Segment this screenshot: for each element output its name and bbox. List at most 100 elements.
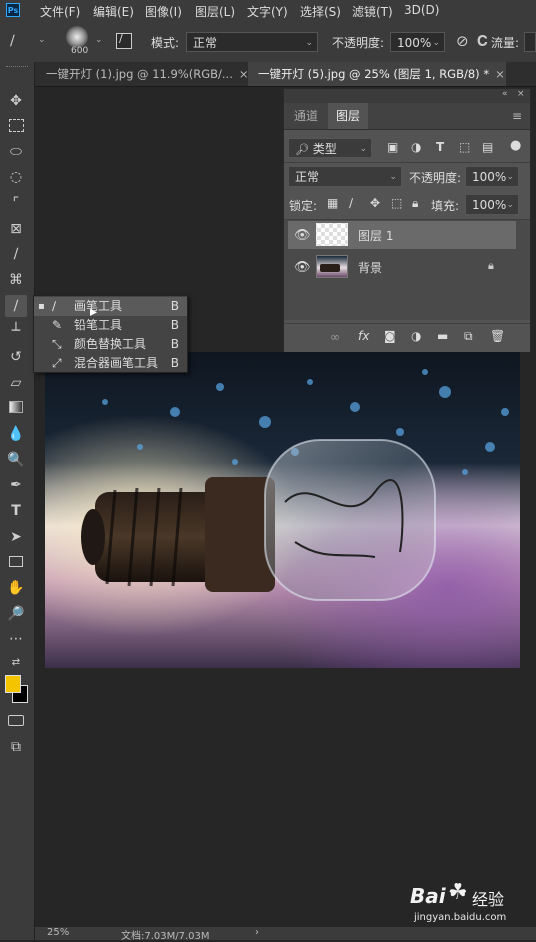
chevron-down-icon: ⌄ (389, 172, 397, 182)
canvas-image[interactable] (45, 352, 520, 668)
filter-toggle-icon[interactable]: ● (510, 138, 521, 153)
move-tool-icon[interactable]: ✥ (5, 90, 27, 112)
clone-stamp-tool-icon[interactable]: ┴ (5, 320, 27, 342)
brand-right: 经验 (472, 890, 505, 909)
flyout-item-brush[interactable]: ▪ ∕ 画笔工具 B (34, 297, 187, 316)
flyout-item-color-replace[interactable]: ⤡ 颜色替换工具 B (34, 335, 187, 354)
type-tool-icon[interactable]: T (5, 500, 27, 522)
brush-preview-icon[interactable] (66, 26, 88, 48)
lock-pixels-icon[interactable]: ∕ (349, 196, 353, 210)
menu-layer[interactable]: 图层(L) (195, 3, 235, 20)
lasso-tool-icon[interactable]: ⬭ (5, 141, 27, 163)
visibility-eye-icon[interactable]: 👁︎ (294, 228, 311, 243)
flyout-label: 混合器画笔工具 (74, 356, 159, 370)
panel-menu-icon[interactable]: ≡ (512, 109, 522, 123)
crop-tool-icon[interactable]: ⌜ (5, 192, 27, 214)
link-icon[interactable]: ∞ (330, 330, 340, 344)
flyout-label: 颜色替换工具 (74, 337, 147, 351)
menu-type[interactable]: 文字(Y) (247, 3, 288, 20)
history-brush-tool-icon[interactable]: ↺ (5, 346, 27, 368)
path-selection-tool-icon[interactable]: ➤ (5, 526, 27, 548)
collapse-icon[interactable]: « (502, 89, 508, 99)
hand-tool-icon[interactable]: ✋ (5, 577, 27, 599)
zoom-level[interactable]: 25% (47, 927, 69, 938)
toolbar-grip[interactable] (6, 66, 28, 69)
new-layer-icon[interactable]: ⧉ (464, 329, 473, 344)
fill-input[interactable]: 100% ⌄ (465, 194, 519, 215)
menu-select[interactable]: 选择(S) (300, 3, 341, 20)
visibility-eye-icon[interactable]: 👁︎ (294, 260, 311, 275)
layer-row[interactable]: 👁︎ 背景 🔒︎ (288, 253, 516, 281)
opacity-input[interactable]: 100% ⌄ (390, 32, 445, 52)
brush-picker-chevron-icon[interactable]: ⌄ (95, 35, 103, 45)
menu-filter[interactable]: 滤镜(T) (352, 3, 393, 20)
mode-select[interactable]: 正常 ⌄ (186, 32, 318, 52)
brush-panel-toggle-icon[interactable]: ∕ (116, 32, 132, 49)
type-filter-icon[interactable]: T (436, 140, 444, 154)
adjustment-icon[interactable]: ◑ (411, 329, 421, 343)
flow-input[interactable] (524, 32, 536, 52)
lock-position-icon[interactable]: ✥ (370, 196, 380, 210)
status-menu-icon[interactable]: › (255, 927, 259, 938)
quick-select-tool-icon[interactable]: ◌ (5, 166, 27, 188)
menu-image[interactable]: 图像(I) (145, 3, 182, 20)
foreground-color-swatch[interactable] (5, 675, 21, 693)
layer-opacity-input[interactable]: 100% ⌄ (465, 166, 519, 187)
menu-edit[interactable]: 编辑(E) (93, 3, 134, 20)
brush-tool-icon[interactable]: ∕ (5, 295, 27, 317)
lock-all-icon[interactable]: 🔒︎ (412, 196, 418, 211)
layer-name[interactable]: 背景 (358, 259, 382, 276)
layers-panel: « × 通道 图层 ≡ 🔎︎ 类型 ⌄ ▣ ◑ T ⬚ ▤ ● 正常 ⌄ 不透明… (283, 88, 531, 352)
close-panel-icon[interactable]: × (517, 89, 525, 99)
flyout-label: 铅笔工具 (74, 318, 123, 332)
dodge-tool-icon[interactable]: 🔍 (5, 449, 27, 471)
gradient-tool-icon[interactable] (5, 397, 27, 419)
close-icon[interactable]: × (495, 67, 505, 81)
menu-file[interactable]: 文件(F) (40, 3, 80, 20)
tab-document-1[interactable]: 一键开灯 (1).jpg @ 11.9%(RGB/... × (36, 62, 249, 86)
eraser-tool-icon[interactable]: ▱ (5, 372, 27, 394)
layer-filter-select[interactable]: 🔎︎ 类型 ⌄ (288, 138, 372, 158)
zoom-tool-icon[interactable]: 🔎 (5, 603, 27, 625)
lock-artboard-icon[interactable]: ⬚ (391, 196, 402, 210)
tool-preset-chevron-icon[interactable]: ⌄ (38, 35, 46, 45)
smart-object-filter-icon[interactable]: ▤ (482, 140, 493, 154)
group-folder-icon[interactable]: ▬ (437, 329, 448, 343)
pen-tool-icon[interactable]: ✒ (5, 474, 27, 496)
adjustment-filter-icon[interactable]: ◑ (411, 140, 421, 154)
swap-colors-icon[interactable]: ⇄ (5, 652, 27, 674)
flyout-shortcut: B (170, 299, 179, 313)
flyout-label: 画笔工具 (74, 299, 123, 313)
pressure-opacity-icon[interactable]: ⊘ (456, 32, 469, 50)
fill-label: 填充: (431, 199, 460, 213)
tab-document-2[interactable]: 一键开灯 (5).jpg @ 25% (图层 1, RGB/8) * × (248, 62, 506, 86)
brush-tool-icon[interactable]: ∕ (10, 33, 15, 49)
tab-layers[interactable]: 图层 (328, 103, 369, 129)
pixel-filter-icon[interactable]: ▣ (387, 140, 398, 154)
tab-channels[interactable]: 通道 (286, 103, 326, 129)
flyout-item-pencil[interactable]: ✎ 铅笔工具 B (34, 316, 187, 335)
layer-row[interactable]: 👁︎ 图层 1 (288, 221, 516, 249)
airbrush-icon[interactable]: 𝐂 (477, 32, 488, 50)
healing-brush-tool-icon[interactable]: ⌘ (5, 269, 27, 291)
marquee-tool-icon[interactable] (5, 115, 27, 137)
layer-name[interactable]: 图层 1 (358, 227, 393, 244)
eyedropper-tool-icon[interactable]: ∕ (5, 243, 27, 265)
flyout-item-mixer-brush[interactable]: ⤢ 混合器画笔工具 B (34, 354, 187, 373)
brush-size-value: 600 (71, 46, 89, 56)
blur-tool-icon[interactable]: 💧 (5, 423, 27, 445)
trash-icon[interactable]: 🗑︎ (490, 329, 505, 343)
menu-3d[interactable]: 3D(D) (404, 3, 439, 17)
mask-icon[interactable]: ◙ (384, 329, 396, 343)
layer-lock-icon[interactable]: 🔒︎ (488, 259, 494, 273)
more-tools-icon[interactable]: ⋯ (5, 628, 27, 650)
frame-tool-icon[interactable]: ⊠ (5, 218, 27, 240)
shape-filter-icon[interactable]: ⬚ (459, 140, 470, 154)
fx-icon[interactable]: fx (358, 329, 369, 343)
blend-mode-select[interactable]: 正常 ⌄ (288, 166, 402, 187)
lock-transparent-icon[interactable]: ▦ (327, 196, 338, 210)
mode-value: 正常 (193, 36, 218, 50)
screen-mode-icon[interactable]: ⧉ (5, 736, 27, 758)
quick-mask-icon[interactable] (5, 710, 27, 732)
rectangle-tool-icon[interactable] (5, 551, 27, 573)
